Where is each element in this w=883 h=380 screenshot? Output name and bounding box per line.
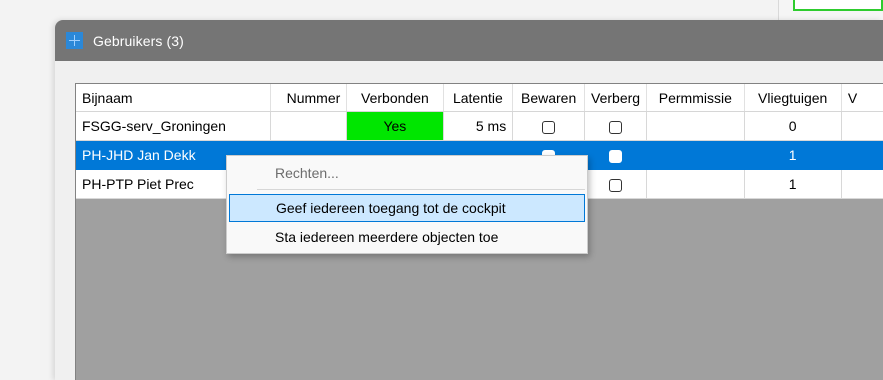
background-green-bar [793,0,883,11]
verberg-checkbox[interactable] [609,178,623,192]
window-title: Gebruikers (3) [93,32,184,49]
cell-v [841,169,883,199]
context-menu: Rechten... Geef iedereen toegang tot de … [226,155,588,254]
menu-item-cockpit-access[interactable]: Geef iedereen toegang tot de cockpit [229,194,585,222]
column-header-latentie[interactable]: Latentie [443,84,514,112]
column-header-vliegtuigen[interactable]: Vliegtuigen [744,84,842,112]
cell-latentie: 5 ms [443,111,514,141]
column-header-nummer[interactable]: Nummer [270,84,348,112]
cell-permissie [646,169,745,199]
window-titlebar[interactable]: Gebruikers (3) [55,20,883,61]
column-header-bewaren[interactable]: Bewaren [512,84,586,112]
bewaren-checkbox[interactable] [542,120,556,134]
cell-v [841,111,883,141]
column-header-verbonden[interactable]: Verbonden [346,84,444,112]
column-header-verberg[interactable]: Verberg [584,84,648,112]
cell-permissie [646,140,745,170]
column-header-v[interactable]: V [841,84,883,112]
cell-v [841,140,883,170]
column-header-permissie[interactable]: Permmissie [646,84,745,112]
cell-permissie [646,111,745,141]
cell-vliegtuigen: 1 [744,140,842,170]
cell-bijnaam: FSGG-serv_Groningen [76,111,271,141]
table-row[interactable]: FSGG-serv_Groningen Yes 5 ms 0 [76,111,883,141]
verberg-checkbox[interactable] [609,120,623,134]
cell-vliegtuigen: 1 [744,169,842,199]
menu-item-rechten[interactable]: Rechten... [229,159,585,187]
cell-verberg [584,169,648,199]
column-header-bijnaam[interactable]: Bijnaam [76,84,271,112]
cell-verberg [584,140,648,170]
app-icon [66,32,83,49]
cell-verberg [584,111,648,141]
cell-bewaren [512,111,586,141]
menu-separator [257,189,585,190]
cell-verbonden: Yes [346,111,444,141]
cell-vliegtuigen: 0 [744,111,842,141]
cell-nummer [270,111,348,141]
menu-item-multiple-objects[interactable]: Sta iedereen meerdere objecten toe [229,223,585,251]
table-header-row: Bijnaam Nummer Verbonden Latentie Beware… [76,84,883,112]
verberg-checkbox[interactable] [609,149,623,163]
